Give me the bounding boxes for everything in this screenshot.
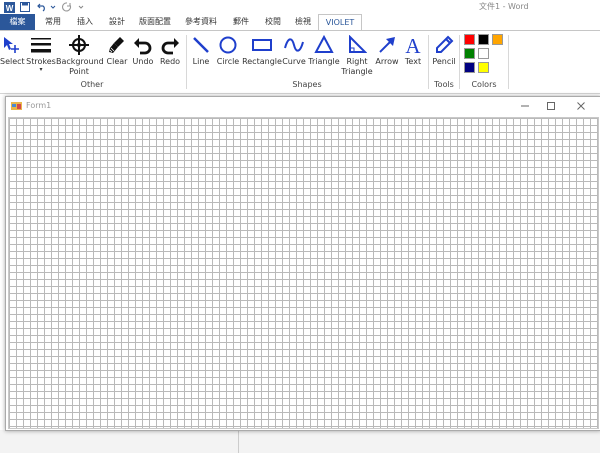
tab-design[interactable]: 設計 [104, 14, 130, 30]
tab-violet[interactable]: VIOLET [318, 14, 362, 30]
window-title: 文件1 - Word [479, 2, 529, 11]
tab-references[interactable]: 參考資料 [182, 14, 220, 30]
close-icon [577, 102, 585, 110]
select-button[interactable]: Select [0, 33, 25, 67]
line-label: Line [192, 57, 210, 66]
svg-text:A: A [405, 34, 421, 56]
rectangle-button[interactable]: Rectangle [242, 33, 282, 67]
clear-button[interactable]: Clear [104, 33, 130, 67]
select-icon [0, 33, 24, 57]
right-triangle-icon [340, 33, 374, 57]
color-swatch-orange[interactable] [492, 34, 503, 45]
text-a-icon: A [401, 33, 425, 57]
form-app-icon [11, 101, 22, 114]
minimize-icon [521, 105, 529, 107]
group-separator [186, 35, 187, 89]
save-icon[interactable] [19, 1, 31, 13]
tab-mailings[interactable]: 郵件 [228, 14, 254, 30]
color-swatch-black[interactable] [478, 34, 489, 45]
undo-dropdown-icon[interactable] [49, 1, 57, 13]
redo-icon[interactable] [61, 1, 73, 13]
background-point-button[interactable]: Background Point [56, 33, 104, 77]
circle-button[interactable]: Circle [214, 33, 242, 67]
text-button[interactable]: A Text [401, 33, 425, 67]
color-swatch-red[interactable] [464, 34, 475, 45]
svg-text:W: W [5, 4, 13, 13]
maximize-icon [547, 102, 555, 110]
ribbon-tabs: 檔案 常用 插入 設計 版面配置 參考資料 郵件 校閱 檢視 VIOLET [0, 14, 600, 30]
group-label-tools: Tools [434, 80, 454, 89]
title-bar: W 文件1 - Word [0, 0, 600, 14]
group-separator [459, 35, 460, 89]
maximize-button[interactable] [540, 99, 562, 113]
group-label-other: Other [80, 80, 104, 89]
curve-label: Curve [282, 57, 306, 66]
triangle-icon [307, 33, 341, 57]
group-label-shapes: Shapes [292, 80, 322, 89]
arrow-label: Arrow [375, 57, 399, 66]
arrow-button[interactable]: Arrow [374, 33, 400, 67]
undo-label: Undo [132, 57, 154, 66]
rectangle-icon [242, 33, 282, 57]
eraser-broom-icon [104, 33, 130, 57]
right-triangle-button[interactable]: Right Triangle [340, 33, 374, 77]
redo-label: Redo [159, 57, 181, 66]
pencil-button[interactable]: Pencil [430, 33, 458, 67]
circle-icon [214, 33, 242, 57]
undo-button[interactable]: Undo [131, 33, 155, 67]
curve-icon [282, 33, 306, 57]
rectangle-label: Rectangle [242, 57, 282, 66]
undo-arrow-icon [131, 33, 155, 57]
color-swatch-white[interactable] [478, 48, 489, 59]
tab-file[interactable]: 檔案 [0, 14, 35, 30]
form-title: Form1 [26, 101, 52, 110]
right-triangle-label-line1: Right [346, 57, 368, 66]
drawing-canvas-grid[interactable] [8, 117, 599, 429]
tab-insert[interactable]: 插入 [72, 14, 98, 30]
triangle-label: Triangle [308, 57, 340, 66]
circle-label: Circle [216, 57, 240, 66]
line-icon [189, 33, 213, 57]
right-triangle-label-line2: Triangle [341, 67, 373, 76]
crosshair-icon [56, 33, 102, 57]
word-icon: W [3, 1, 15, 13]
clear-label: Clear [106, 57, 128, 66]
strokes-icon [26, 33, 56, 57]
tab-view[interactable]: 檢視 [290, 14, 316, 30]
group-label-colors: Colors [471, 80, 497, 89]
tab-home[interactable]: 常用 [40, 14, 66, 30]
strokes-button[interactable]: Strokes ▾ [26, 33, 56, 73]
color-swatch-yellow[interactable] [478, 62, 489, 73]
form-title-bar[interactable]: Form1 [6, 97, 600, 115]
background-label-line2: Point [69, 67, 89, 76]
color-swatch-navy[interactable] [464, 62, 475, 73]
pencil-label: Pencil [432, 57, 456, 66]
background-label-line1: Background [56, 57, 104, 66]
line-button[interactable]: Line [189, 33, 213, 67]
curve-button[interactable]: Curve [282, 33, 306, 67]
form-window: Form1 [5, 96, 600, 431]
group-separator [428, 35, 429, 89]
customize-qat-icon[interactable] [77, 1, 85, 13]
strokes-dropdown-icon: ▾ [39, 66, 43, 73]
text-label: Text [404, 57, 422, 66]
close-button[interactable] [570, 99, 592, 113]
triangle-button[interactable]: Triangle [307, 33, 341, 67]
document-background [0, 430, 600, 453]
redo-arrow-icon [157, 33, 183, 57]
select-label: Select [0, 57, 25, 66]
arrow-icon [374, 33, 400, 57]
undo-icon[interactable] [36, 1, 48, 13]
minimize-button[interactable] [514, 99, 536, 113]
document-divider [238, 430, 239, 453]
tab-review[interactable]: 校閱 [260, 14, 286, 30]
color-swatch-green[interactable] [464, 48, 475, 59]
redo-button[interactable]: Redo [157, 33, 183, 67]
group-separator [508, 35, 509, 89]
pencil-icon [430, 33, 458, 57]
tab-layout[interactable]: 版面配置 [136, 14, 174, 30]
ribbon: Select Strokes ▾ Background Point Clear … [0, 30, 600, 94]
